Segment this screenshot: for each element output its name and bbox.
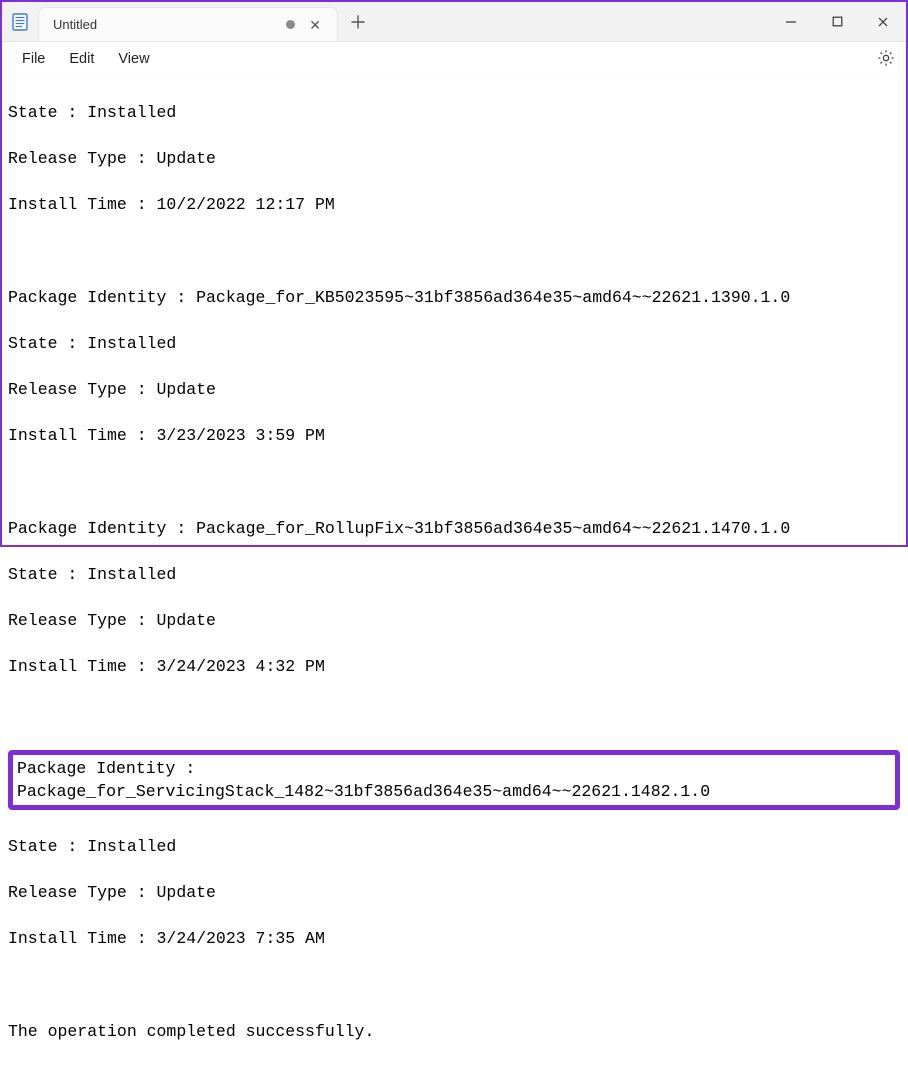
menu-file[interactable]: File xyxy=(10,47,57,71)
text-line xyxy=(8,974,900,997)
text-line: Release Type : Update xyxy=(8,609,900,632)
text-line: Package Identity : Package_for_RollupFix… xyxy=(8,517,900,540)
menu-bar: File Edit View xyxy=(2,42,906,76)
text-line: Release Type : Update xyxy=(8,147,900,170)
text-line: Install Time : 3/24/2023 4:32 PM xyxy=(8,655,900,678)
text-line xyxy=(8,702,900,725)
active-tab[interactable]: Untitled ✕ xyxy=(38,7,338,41)
title-bar: Untitled ✕ xyxy=(2,2,906,42)
new-tab-button[interactable] xyxy=(338,2,378,41)
modified-dot-icon xyxy=(286,20,295,29)
tab-title: Untitled xyxy=(53,17,97,32)
text-line: Release Type : Update xyxy=(8,881,900,904)
settings-button[interactable] xyxy=(876,48,896,72)
text-line: The operation completed successfully. xyxy=(8,1020,900,1043)
text-line: Install Time : 3/23/2023 3:59 PM xyxy=(8,424,900,447)
text-line: Install Time : 10/2/2022 12:17 PM xyxy=(8,193,900,216)
text-line: State : Installed xyxy=(8,332,900,355)
text-line xyxy=(8,240,900,263)
menu-view[interactable]: View xyxy=(106,47,161,71)
minimize-button[interactable] xyxy=(768,2,814,41)
text-line: Package Identity : Package_for_KB5023595… xyxy=(8,286,900,309)
text-line: Install Time : 3/24/2023 7:35 AM xyxy=(8,927,900,950)
notepad-app-icon xyxy=(2,2,38,41)
text-line: State : Installed xyxy=(8,563,900,586)
text-line: State : Installed xyxy=(8,101,900,124)
text-line: Release Type : Update xyxy=(8,378,900,401)
tab-controls: ✕ xyxy=(286,18,321,32)
menu-edit[interactable]: Edit xyxy=(57,47,106,71)
close-window-button[interactable] xyxy=(860,2,906,41)
maximize-button[interactable] xyxy=(814,2,860,41)
text-editor-content[interactable]: State : Installed Release Type : Update … xyxy=(2,76,906,1072)
text-line xyxy=(8,471,900,494)
text-line: State : Installed xyxy=(8,835,900,858)
window-controls xyxy=(768,2,906,41)
close-tab-icon[interactable]: ✕ xyxy=(309,18,321,32)
highlighted-package-identity: Package Identity : Package_for_Servicing… xyxy=(8,750,900,810)
